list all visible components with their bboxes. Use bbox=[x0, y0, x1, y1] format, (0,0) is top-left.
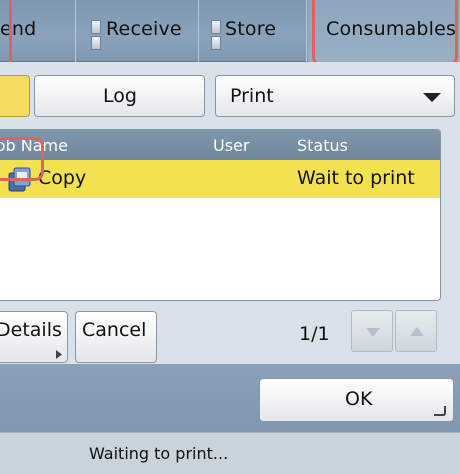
log-button[interactable]: Log bbox=[34, 75, 205, 117]
job-status-cell: Wait to print bbox=[297, 167, 415, 189]
consumables-highlight bbox=[312, 0, 458, 66]
tab-send-label: end bbox=[0, 18, 37, 40]
column-user[interactable]: User bbox=[213, 136, 249, 155]
print-select-value: Print bbox=[230, 85, 274, 107]
ok-button[interactable]: OK bbox=[259, 378, 454, 422]
log-button-label: Log bbox=[103, 85, 137, 107]
details-button[interactable]: Details bbox=[0, 311, 68, 363]
chevron-down-icon bbox=[423, 93, 441, 102]
triangle-right-icon bbox=[56, 350, 62, 359]
cancel-button[interactable]: Cancel bbox=[75, 311, 157, 363]
tab-receive[interactable]: Receive bbox=[77, 0, 199, 62]
job-list-header: Job Name User Status bbox=[0, 130, 440, 160]
tab-receive-label: Receive bbox=[106, 18, 182, 40]
job-icon-highlight bbox=[0, 137, 44, 181]
scroll-up-button[interactable] bbox=[395, 310, 437, 352]
details-button-label: Details bbox=[0, 319, 62, 341]
tab-store[interactable]: Store bbox=[200, 0, 307, 62]
ok-button-label: OK bbox=[345, 388, 373, 410]
receive-indicator-icon bbox=[91, 20, 101, 34]
table-row[interactable]: Copy Wait to print bbox=[0, 160, 440, 198]
job-list[interactable]: Job Name User Status Copy Wait to print bbox=[0, 129, 441, 301]
enter-corner-icon bbox=[434, 406, 446, 416]
cancel-button-label: Cancel bbox=[82, 319, 147, 341]
store-indicator-icon bbox=[211, 36, 221, 50]
arrow-down-icon bbox=[366, 328, 380, 337]
job-status-tab[interactable] bbox=[0, 75, 30, 117]
store-indicator-icon bbox=[211, 20, 221, 34]
scroll-down-button[interactable] bbox=[351, 310, 393, 352]
status-message: Waiting to print... bbox=[89, 444, 229, 463]
column-status[interactable]: Status bbox=[297, 136, 348, 155]
print-select[interactable]: Print bbox=[215, 75, 455, 117]
arrow-up-icon bbox=[410, 327, 424, 336]
receive-indicator-icon bbox=[91, 36, 101, 50]
status-bar: Waiting to print... bbox=[0, 432, 460, 474]
tab-store-label: Store bbox=[225, 18, 277, 40]
job-name-cell: Copy bbox=[38, 167, 87, 189]
page-indicator: 1/1 bbox=[299, 323, 330, 345]
